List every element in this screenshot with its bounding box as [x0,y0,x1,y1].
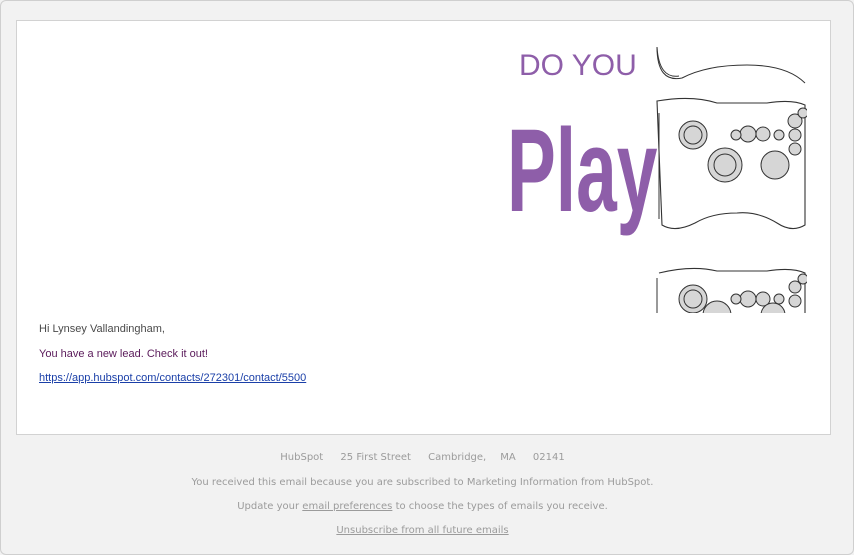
preferences-line: Update your email preferences to choose … [16,501,829,512]
hero-line2: Play [507,104,658,236]
hero-banner: DO YOU Play [507,43,807,313]
email-preferences-link[interactable]: email preferences [302,501,392,512]
footer-city: Cambridge, [428,452,487,463]
footer-state: MA [500,452,516,463]
update-prefix: Update your [237,501,300,512]
subscription-note: You received this email because you are … [191,477,654,488]
footer-zip: 02141 [532,452,565,463]
greeting-text: Hi Lynsey Vallandingham, [39,323,165,335]
game-controller-icon: DO YOU Play [507,46,807,313]
new-lead-message: You have a new lead. Check it out! [39,348,208,360]
email-window: DO YOU Play Hi Lynsey Vallandingham, You… [0,0,854,555]
email-body-card: DO YOU Play Hi Lynsey Vallandingham, You… [16,20,831,435]
footer-street: 25 First Street [340,452,411,463]
contact-link[interactable]: https://app.hubspot.com/contacts/272301/… [39,372,306,384]
unsubscribe-link[interactable]: Unsubscribe from all future emails [336,525,508,536]
footer-company: HubSpot [280,452,324,463]
hero-line1: DO YOU [519,49,637,82]
unsubscribe-line: Unsubscribe from all future emails [16,525,829,536]
update-suffix: to choose the types of emails you receiv… [395,501,608,512]
company-address: HubSpot 25 First Street Cambridge, MA 021… [16,452,829,463]
